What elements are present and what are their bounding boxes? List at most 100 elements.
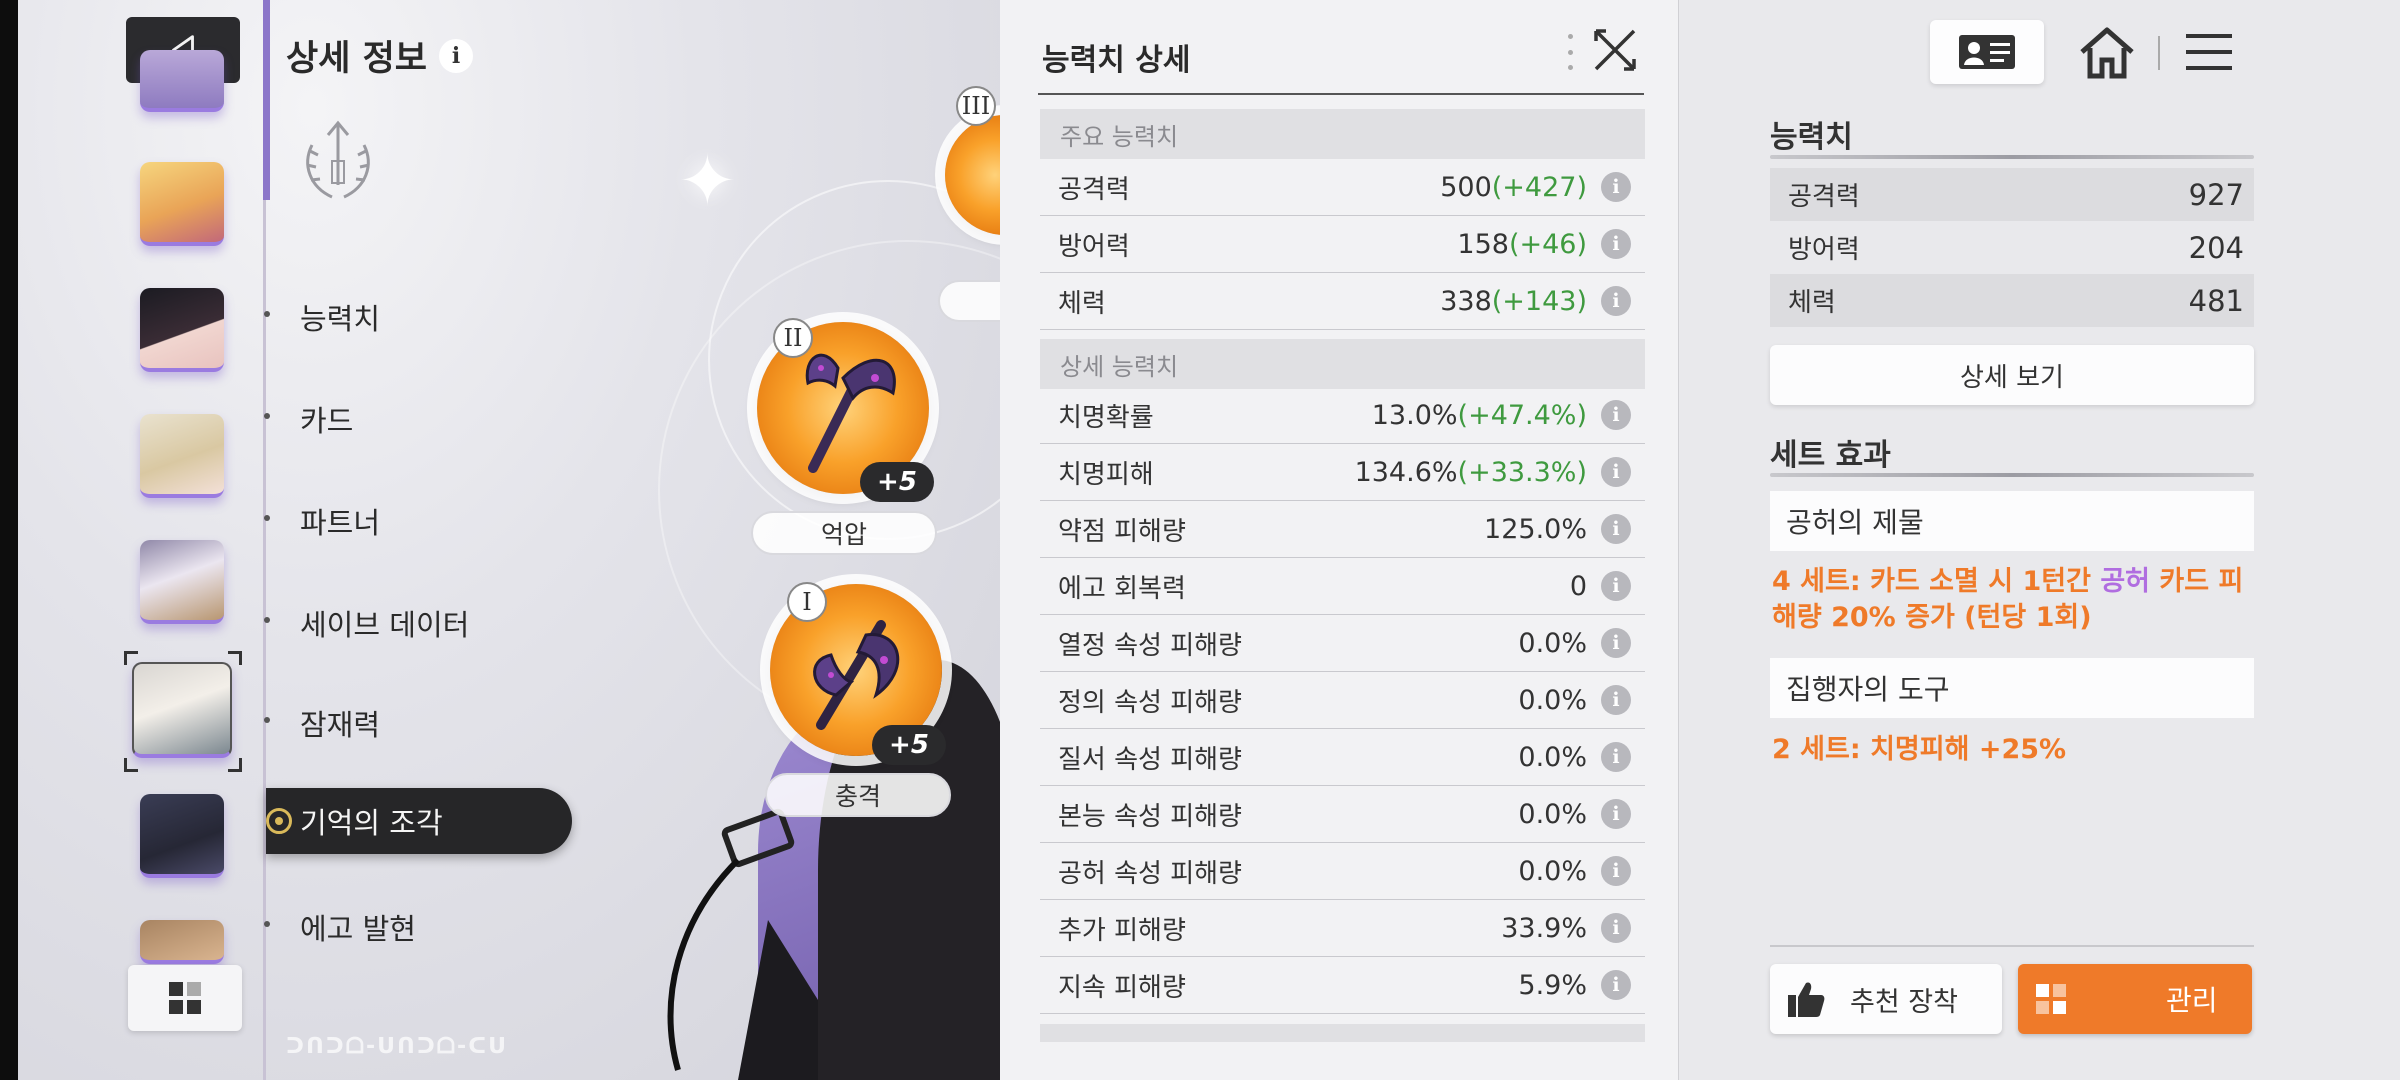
stat-detail-panel: 능력치 상세 주요 능력치 공격력 500 (+427) i 방어력 158 (… [1000, 0, 1678, 1080]
summary-stat-row: 방어력 204 [1770, 221, 2254, 274]
info-icon[interactable]: i [1601, 913, 1631, 943]
set-name-box: 집행자의 도구 [1770, 658, 2254, 718]
summary-stat-row: 공격력 927 [1770, 168, 2254, 221]
menu-item-cards[interactable]: 카드 [263, 398, 353, 440]
selection-corner [124, 651, 138, 665]
info-icon[interactable]: i [1601, 400, 1631, 430]
page-title: 상세 정보 i [286, 30, 473, 81]
character-portrait[interactable] [140, 50, 224, 112]
section-header-cut-off [1040, 1024, 1645, 1042]
scythe-weapon-icon [813, 620, 900, 730]
stat-name: 지속 피해량 [1058, 972, 1186, 1003]
menu-item-stats[interactable]: 능력치 [263, 296, 380, 338]
stat-name: 열정 속성 피해량 [1058, 630, 1242, 661]
set-desc-highlight: 공허 [2100, 566, 2151, 597]
stat-value: 13.0% [1371, 399, 1458, 431]
info-icon[interactable]: i [1601, 799, 1631, 829]
faction-crest-logo [306, 120, 370, 199]
page-title-text: 상세 정보 [286, 39, 427, 79]
stat-value: 5.9% [1518, 969, 1587, 1001]
selection-corner [228, 651, 242, 665]
info-icon[interactable]: i [1601, 286, 1631, 316]
character-portrait[interactable] [140, 794, 224, 878]
stat-row: 치명확률 13.0% (+47.4%) i [1040, 387, 1645, 444]
stat-value: 0.0% [1518, 741, 1587, 773]
menu-accent-bar [263, 0, 270, 200]
toolbar-separator [2158, 36, 2160, 70]
main-menu-button[interactable] [2178, 20, 2240, 84]
enhance-level-badge: +5 [860, 462, 934, 502]
stat-row: 본능 속성 피해량 0.0% i [1040, 786, 1645, 843]
character-portrait[interactable] [140, 162, 224, 246]
character-list-button[interactable] [128, 965, 242, 1031]
info-icon[interactable]: i [1601, 970, 1631, 1000]
stat-name: 추가 피해량 [1058, 915, 1186, 946]
stat-value: 0.0% [1518, 855, 1587, 887]
stat-name: 방어력 [1788, 235, 1860, 265]
info-icon[interactable]: i [1601, 229, 1631, 259]
slot-numeral: II [773, 318, 813, 358]
stat-name: 질서 속성 피해량 [1058, 744, 1242, 775]
stat-value: 158 [1457, 228, 1509, 260]
info-icon[interactable]: i [1601, 628, 1631, 658]
active-indicator-icon [266, 808, 292, 834]
menu-item-potential[interactable]: 잠재력 [263, 702, 380, 744]
info-icon[interactable]: i [1601, 571, 1631, 601]
thumbs-up-icon [1788, 982, 1825, 1017]
fragment-label-cut [938, 280, 1000, 322]
home-icon [2080, 27, 2134, 79]
recommended-equip-button[interactable]: 추천 장착 [1770, 964, 2002, 1034]
character-device [667, 808, 818, 1080]
home-button[interactable] [2074, 20, 2140, 84]
character-portrait[interactable] [140, 920, 224, 964]
stat-name: 에고 회복력 [1058, 573, 1186, 604]
menu-item-memory-fragment[interactable]: 기억의 조각 [266, 788, 572, 854]
drag-handle-icon[interactable] [1568, 34, 1574, 70]
stat-row: 지속 피해량 5.9% i [1040, 957, 1645, 1014]
view-details-button[interactable]: 상세 보기 [1770, 345, 2254, 405]
info-icon[interactable]: i [1601, 742, 1631, 772]
set-effect-header: 세트 효과 [1770, 438, 1891, 473]
menu-item-partner[interactable]: 파트너 [263, 500, 380, 542]
stat-name: 방어력 [1058, 231, 1130, 262]
info-icon[interactable]: i [1601, 172, 1631, 202]
stat-bonus: (+33.3%) [1457, 456, 1587, 488]
info-icon[interactable]: i [439, 38, 473, 73]
section-header-sub-stats: 상세 능력치 [1040, 339, 1645, 389]
menu-item-label: 기억의 조각 [300, 806, 443, 840]
stat-value: 338 [1440, 285, 1492, 317]
stat-name: 정의 속성 피해량 [1058, 687, 1242, 718]
menu-item-ego-manifest[interactable]: 에고 발현 [264, 906, 416, 948]
close-icon[interactable] [1592, 27, 1638, 73]
character-portrait[interactable] [140, 540, 224, 624]
grid-icon [169, 982, 201, 1014]
stat-value: 0 [1569, 570, 1587, 602]
summary-panel: 능력치 공격력 927 방어력 204 체력 481 상세 보기 세트 효과 공… [1678, 0, 2400, 1080]
header-underline [1770, 155, 2254, 159]
screen-edge [0, 0, 18, 1080]
profile-card-button[interactable] [1930, 20, 2044, 84]
character-portrait[interactable] [140, 414, 224, 498]
stat-name: 치명확률 [1058, 402, 1154, 433]
info-icon[interactable]: i [1601, 685, 1631, 715]
profile-card-icon [1959, 35, 2015, 69]
stat-value: 0.0% [1518, 627, 1587, 659]
manage-button[interactable]: 관리 [2018, 964, 2252, 1034]
info-icon[interactable]: i [1601, 514, 1631, 544]
info-icon[interactable]: i [1601, 457, 1631, 487]
stat-row: 에고 회복력 0 i [1040, 558, 1645, 615]
slot-numeral: III [956, 86, 996, 126]
set-description: 4 세트: 카드 소멸 시 1턴간 공허 카드 피해량 20% 증가 (턴당 1… [1772, 564, 2256, 636]
fragment-name-label: 억압 [751, 511, 937, 555]
stat-row: 방어력 158 (+46) i [1040, 216, 1645, 273]
stat-row: 질서 속성 피해량 0.0% i [1040, 729, 1645, 786]
character-portrait-selected[interactable] [132, 662, 232, 758]
stat-row: 체력 338 (+143) i [1040, 273, 1645, 330]
info-icon[interactable]: i [1601, 856, 1631, 886]
character-portrait[interactable] [140, 288, 224, 372]
stat-value: 134.6% [1354, 456, 1458, 488]
fragment-name-label: 충격 [765, 773, 951, 817]
stat-name: 공허 속성 피해량 [1058, 858, 1242, 889]
menu-item-save-data[interactable]: 세이브 데이터 [263, 602, 469, 644]
header-underline [1770, 473, 2254, 477]
